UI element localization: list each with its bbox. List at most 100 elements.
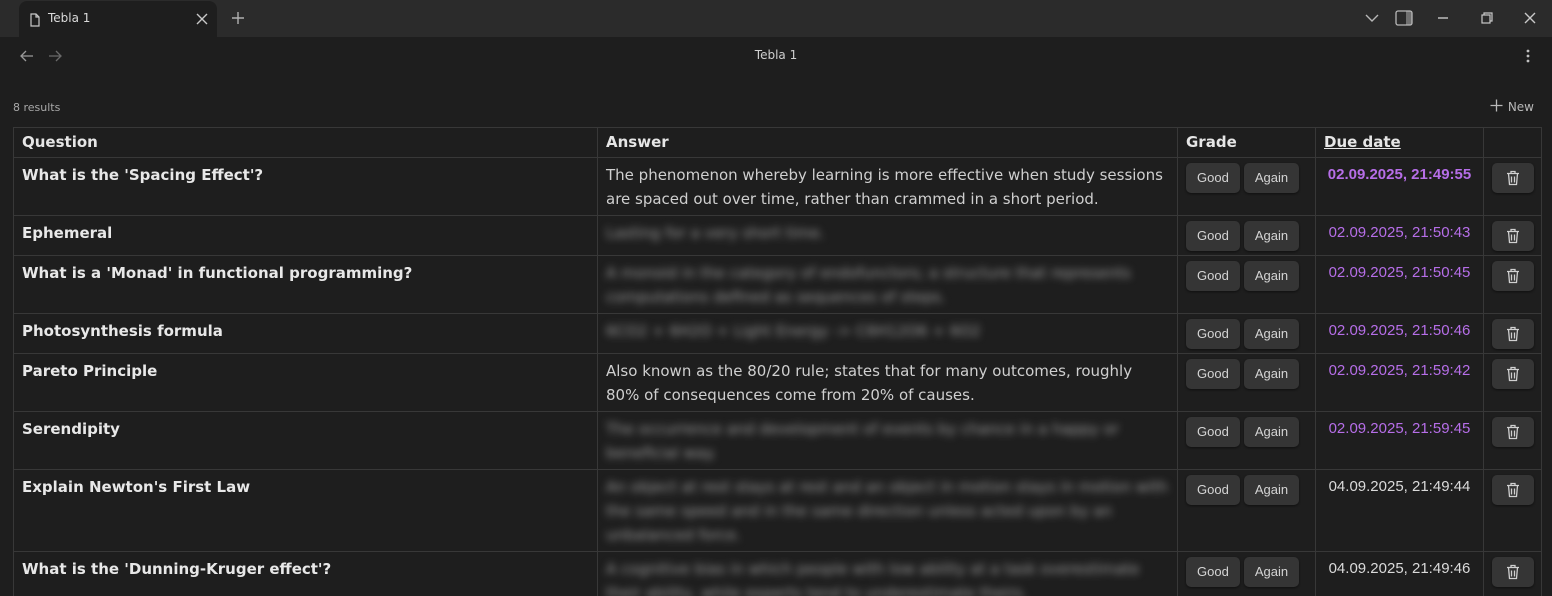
trash-icon (1506, 326, 1520, 342)
question-cell[interactable]: Pareto Principle (13, 353, 598, 412)
more-options-icon[interactable] (1520, 47, 1536, 65)
grade-again-button[interactable]: Again (1243, 557, 1300, 587)
plus-icon (1490, 99, 1503, 115)
trash-icon (1506, 268, 1520, 284)
grade-cell: Good Again (1177, 551, 1316, 596)
chevron-down-icon[interactable] (1361, 8, 1383, 28)
due-date-cell[interactable]: 02.09.2025, 21:59:42 (1315, 353, 1484, 412)
actions-cell (1483, 313, 1542, 354)
due-date-cell[interactable]: 04.09.2025, 21:49:46 (1315, 551, 1484, 596)
minimize-icon[interactable] (1432, 8, 1454, 28)
delete-row-button[interactable] (1492, 319, 1534, 349)
grade-good-button[interactable]: Good (1186, 163, 1240, 193)
answer-cell[interactable]: A cognitive bias in which people with lo… (597, 551, 1178, 596)
grade-again-button[interactable]: Again (1243, 319, 1300, 349)
delete-row-button[interactable] (1492, 261, 1534, 291)
due-date-text: 02.09.2025, 21:59:45 (1328, 420, 1471, 437)
flashcards-table: Question Answer Grade Due date What is t… (13, 127, 1542, 596)
close-window-icon[interactable] (1519, 8, 1541, 28)
question-text: Serendipity (22, 420, 120, 438)
answer-text: A cognitive bias in which people with lo… (606, 560, 1140, 596)
results-count: 8 results (13, 101, 61, 114)
grade-cell: Good Again (1177, 157, 1316, 216)
answer-text: The occurrence and development of events… (606, 420, 1119, 462)
due-date-text: 02.09.2025, 21:50:45 (1328, 264, 1471, 281)
question-cell[interactable]: Photosynthesis formula (13, 313, 598, 354)
answer-cell[interactable]: Lasting for a very short time. (597, 215, 1178, 256)
actions-cell (1483, 411, 1542, 470)
grade-cell: Good Again (1177, 215, 1316, 256)
grade-good-button[interactable]: Good (1186, 221, 1240, 251)
new-entry-button[interactable]: New (1490, 98, 1534, 116)
grade-again-button[interactable]: Again (1243, 475, 1300, 505)
delete-row-button[interactable] (1492, 417, 1534, 447)
question-text: Photosynthesis formula (22, 322, 223, 340)
due-date-cell[interactable]: 02.09.2025, 21:59:45 (1315, 411, 1484, 470)
due-date-cell[interactable]: 02.09.2025, 21:50:45 (1315, 255, 1484, 314)
column-header-answer[interactable]: Answer (597, 127, 1178, 158)
trash-icon (1506, 170, 1520, 186)
question-text: Ephemeral (22, 224, 113, 242)
table-row: Serendipity The occurrence and developmen… (13, 411, 1542, 470)
answer-cell[interactable]: The phenomenon whereby learning is more … (597, 157, 1178, 216)
question-text: Pareto Principle (22, 362, 158, 380)
grade-good-button[interactable]: Good (1186, 417, 1240, 447)
grade-again-button[interactable]: Again (1243, 163, 1300, 193)
answer-text: The phenomenon whereby learning is more … (606, 166, 1163, 208)
trash-icon (1506, 482, 1520, 498)
restore-icon[interactable] (1476, 8, 1498, 28)
tab-label: Tebla 1 (48, 11, 91, 25)
question-cell[interactable]: Serendipity (13, 411, 598, 470)
column-header-question[interactable]: Question (13, 127, 598, 158)
column-header-grade[interactable]: Grade (1177, 127, 1316, 158)
question-cell[interactable]: Explain Newton's First Law (13, 469, 598, 552)
table-row: What is a 'Monad' in functional programm… (13, 255, 1542, 314)
delete-row-button[interactable] (1492, 359, 1534, 389)
due-date-cell[interactable]: 02.09.2025, 21:49:55 (1315, 157, 1484, 216)
table-row: What is the 'Spacing Effect'? The phenome… (13, 157, 1542, 216)
answer-cell[interactable]: Also known as the 80/20 rule; states tha… (597, 353, 1178, 412)
due-date-cell[interactable]: 02.09.2025, 21:50:46 (1315, 313, 1484, 354)
column-header-due-date[interactable]: Due date (1315, 127, 1484, 158)
question-cell[interactable]: Ephemeral (13, 215, 598, 256)
table-row: Explain Newton's First Law An object at r… (13, 469, 1542, 552)
question-cell[interactable]: What is the 'Dunning-Kruger effect'? (13, 551, 598, 596)
answer-cell[interactable]: An object at rest stays at rest and an o… (597, 469, 1178, 552)
delete-row-button[interactable] (1492, 475, 1534, 505)
tab-active[interactable]: Tebla 1 (19, 1, 217, 37)
answer-cell[interactable]: The occurrence and development of events… (597, 411, 1178, 470)
delete-row-button[interactable] (1492, 163, 1534, 193)
sidebar-toggle-icon[interactable] (1393, 8, 1415, 28)
due-date-text: 04.09.2025, 21:49:46 (1328, 560, 1471, 577)
delete-row-button[interactable] (1492, 221, 1534, 251)
new-tab-icon[interactable] (228, 8, 248, 28)
due-date-text: 04.09.2025, 21:49:44 (1328, 478, 1471, 495)
view-title: Tebla 1 (754, 48, 798, 62)
grade-good-button[interactable]: Good (1186, 359, 1240, 389)
due-date-cell[interactable]: 02.09.2025, 21:50:43 (1315, 215, 1484, 256)
actions-cell (1483, 255, 1542, 314)
grade-again-button[interactable]: Again (1243, 359, 1300, 389)
trash-icon (1506, 366, 1520, 382)
due-date-text: 02.09.2025, 21:49:55 (1327, 166, 1472, 183)
trash-icon (1506, 564, 1520, 580)
grade-good-button[interactable]: Good (1186, 557, 1240, 587)
answer-cell[interactable]: 6CO2 + 6H2O + Light Energy -> C6H12O6 + … (597, 313, 1178, 354)
grade-again-button[interactable]: Again (1243, 221, 1300, 251)
answer-text: A monoid in the category of endofunctors… (606, 264, 1131, 306)
delete-row-button[interactable] (1492, 557, 1534, 587)
question-cell[interactable]: What is the 'Spacing Effect'? (13, 157, 598, 216)
grade-again-button[interactable]: Again (1243, 417, 1300, 447)
grade-again-button[interactable]: Again (1243, 261, 1300, 291)
question-text: Explain Newton's First Law (22, 478, 251, 496)
table-row: Pareto Principle Also known as the 80/20 … (13, 353, 1542, 412)
grade-good-button[interactable]: Good (1186, 261, 1240, 291)
grade-cell: Good Again (1177, 469, 1316, 552)
grade-good-button[interactable]: Good (1186, 319, 1240, 349)
grade-good-button[interactable]: Good (1186, 475, 1240, 505)
close-tab-icon[interactable] (193, 10, 211, 28)
due-date-cell[interactable]: 04.09.2025, 21:49:44 (1315, 469, 1484, 552)
answer-cell[interactable]: A monoid in the category of endofunctors… (597, 255, 1178, 314)
question-cell[interactable]: What is a 'Monad' in functional programm… (13, 255, 598, 314)
new-entry-label: New (1507, 100, 1534, 114)
